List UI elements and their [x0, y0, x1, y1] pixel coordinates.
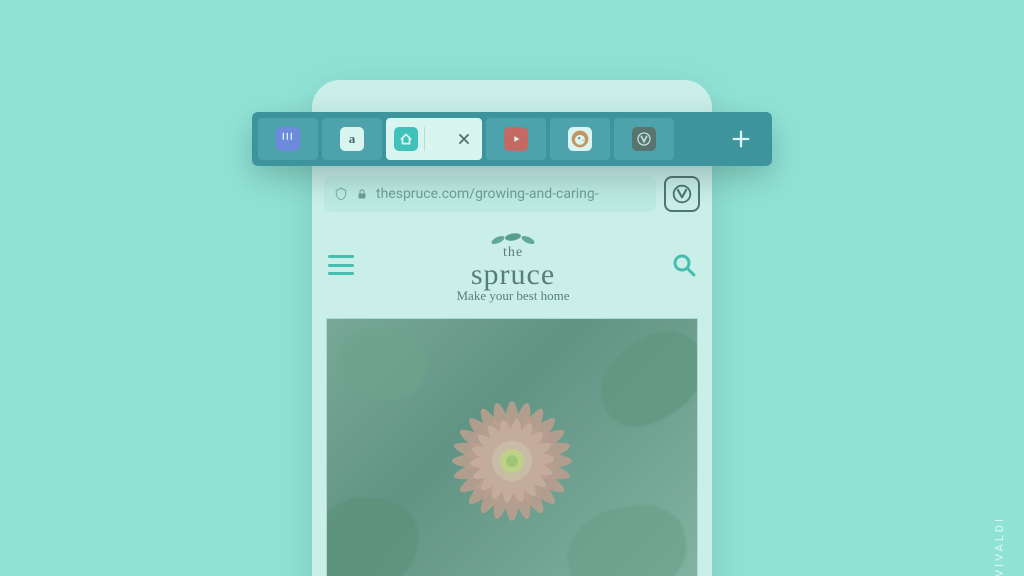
hamburger-menu-button[interactable]	[328, 255, 354, 275]
address-bar[interactable]: thespruce.com/growing-and-caring-	[324, 176, 656, 212]
close-icon	[457, 132, 471, 146]
close-tab-button[interactable]	[454, 129, 474, 149]
tab-vivaldi[interactable]	[614, 118, 674, 160]
tab-amazon[interactable]: a	[322, 118, 382, 160]
site-logo[interactable]: the spruce Make your best home	[456, 226, 569, 304]
site-header: the spruce Make your best home	[312, 220, 712, 314]
youtube-icon	[504, 127, 528, 151]
shield-icon	[334, 186, 348, 202]
brand-tagline: Make your best home	[456, 288, 569, 304]
article-hero-image	[326, 318, 698, 576]
lock-icon	[356, 187, 368, 201]
search-icon[interactable]	[672, 253, 696, 277]
flower-illustration	[442, 391, 582, 531]
tab-strip: a	[252, 112, 772, 166]
new-tab-button[interactable]	[716, 118, 766, 160]
leaf-decor-icon	[478, 231, 548, 245]
vivaldi-icon	[672, 184, 692, 204]
tab-divider	[424, 127, 425, 151]
watermark-text: VIVALDI	[993, 516, 1006, 576]
brand-name: spruce	[456, 261, 569, 288]
url-text: thespruce.com/growing-and-caring-	[376, 186, 599, 202]
vivaldi-menu-button[interactable]	[664, 176, 700, 212]
vivaldi-tab-icon	[632, 127, 656, 151]
tab-youtube[interactable]	[486, 118, 546, 160]
tab-thespruce-active[interactable]	[386, 118, 482, 160]
watermark: VIVALDI	[993, 516, 1006, 576]
plus-icon	[730, 128, 752, 150]
tab-duckduckgo[interactable]	[550, 118, 610, 160]
browser-toolbar: thespruce.com/growing-and-caring-	[312, 168, 712, 220]
mastodon-icon	[276, 127, 300, 151]
thespruce-icon	[394, 127, 418, 151]
duckduckgo-icon	[568, 127, 592, 151]
amazon-icon: a	[340, 127, 364, 151]
tab-mastodon[interactable]	[258, 118, 318, 160]
